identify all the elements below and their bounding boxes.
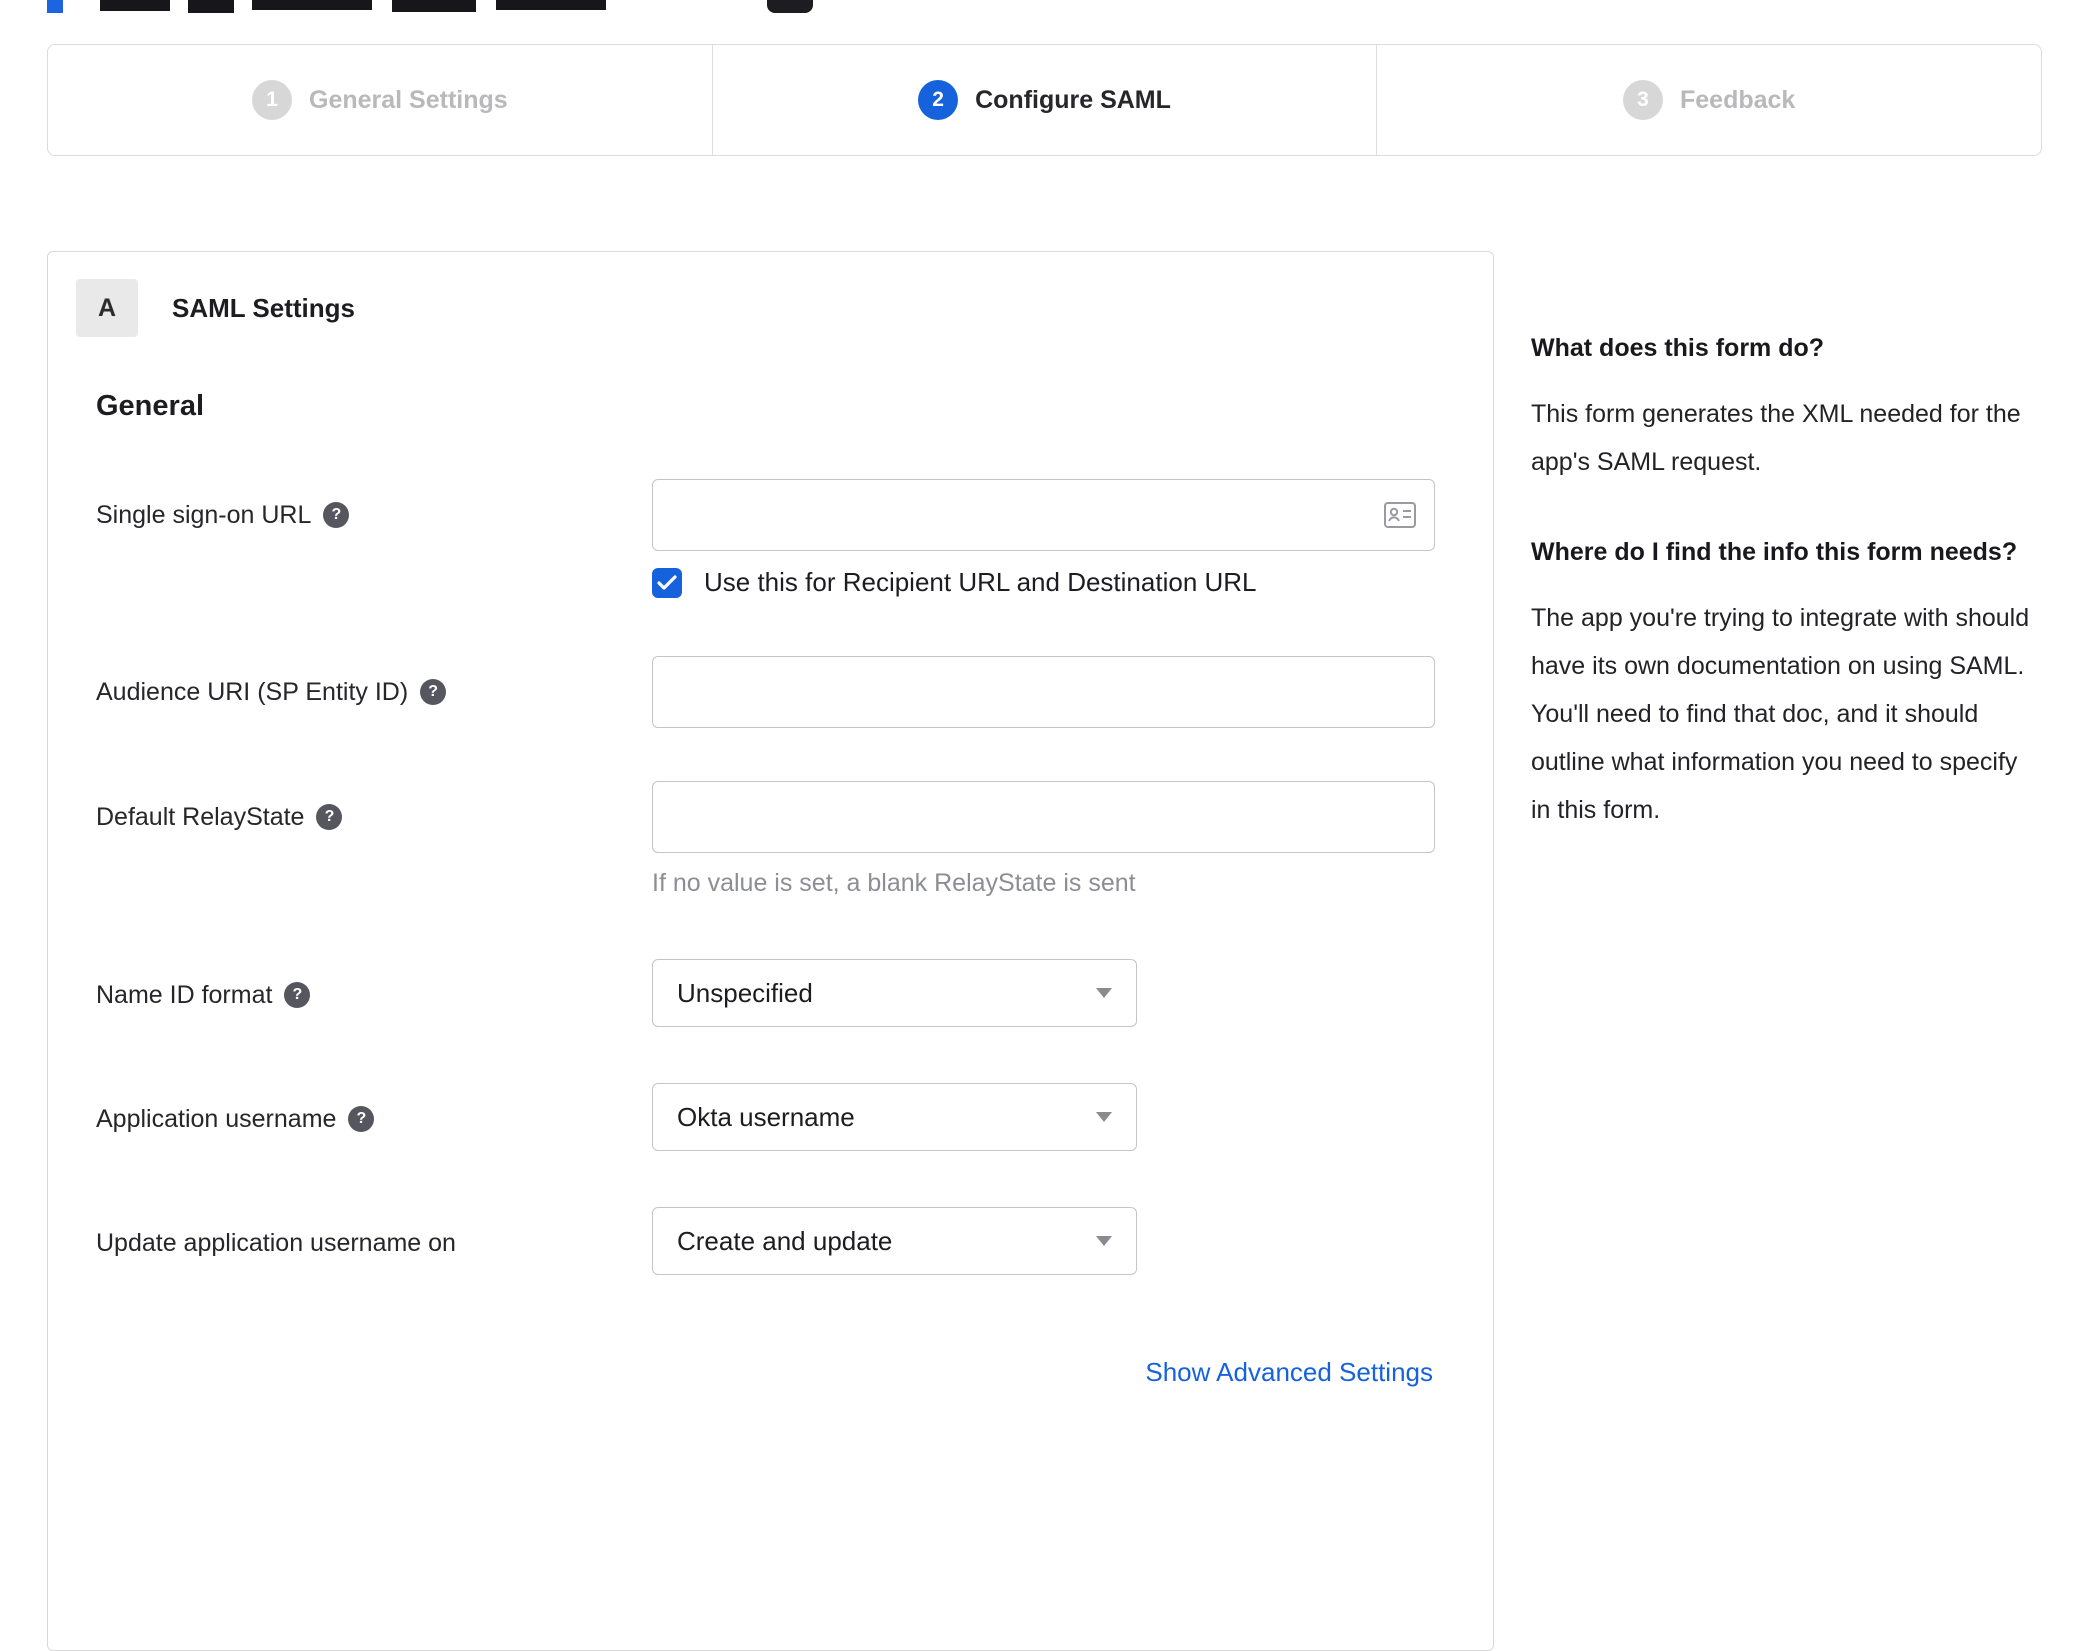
audience-uri-input[interactable]: [653, 657, 1434, 727]
help-icon[interactable]: ?: [348, 1106, 375, 1132]
clipped-header-icon: [767, 0, 813, 13]
field-label: Name ID format ?: [96, 959, 652, 1027]
chevron-down-icon: [1096, 988, 1112, 998]
panel-title: SAML Settings: [172, 292, 355, 323]
help-question-1: What does this form do?: [1531, 334, 1825, 362]
update-application-username-select[interactable]: Create and update: [652, 1207, 1137, 1275]
recipient-url-checkbox-label: Use this for Recipient URL and Destinati…: [704, 567, 1257, 597]
step-feedback[interactable]: 3 Feedback: [1376, 45, 2041, 155]
sso-url-input-wrap: [652, 479, 1435, 551]
step-general-settings[interactable]: 1 General Settings: [48, 45, 712, 155]
help-sidebar: What does this form do? This form genera…: [1531, 326, 2031, 834]
field-update-application-username: Update application username on Create an…: [96, 1207, 1493, 1275]
field-application-username: Application username ? Okta username: [96, 1083, 1493, 1151]
audience-uri-input-wrap: [652, 656, 1435, 728]
field-label: Single sign-on URL ?: [96, 479, 652, 598]
general-section-heading: General: [96, 390, 204, 422]
relay-state-input-wrap: [652, 781, 1435, 853]
sso-url-input[interactable]: [653, 480, 1434, 550]
help-icon[interactable]: ?: [316, 804, 343, 830]
clipped-header-text: [188, 0, 234, 13]
step-label: General Settings: [309, 85, 508, 114]
help-answer-2: The app you're trying to integrate with …: [1531, 604, 2030, 824]
update-application-username-label: Update application username on: [96, 1229, 456, 1257]
name-id-format-label: Name ID format: [96, 981, 273, 1009]
advanced-settings-row: Show Advanced Settings: [48, 1357, 1433, 1388]
selected-value: Okta username: [677, 1101, 855, 1132]
chevron-down-icon: [1096, 1112, 1112, 1122]
wizard-stepper: 1 General Settings 2 Configure SAML 3 Fe…: [47, 44, 2042, 156]
selected-value: Create and update: [677, 1225, 893, 1256]
field-label: Application username ?: [96, 1083, 652, 1151]
relay-state-hint: If no value is set, a blank RelayState i…: [652, 869, 1136, 897]
audience-uri-label: Audience URI (SP Entity ID): [96, 678, 409, 706]
field-label: Default RelayState ?: [96, 781, 652, 898]
panel-header: A SAML Settings: [76, 279, 1493, 337]
contact-card-icon[interactable]: [1384, 502, 1416, 533]
chevron-down-icon: [1096, 1236, 1112, 1246]
name-id-format-select[interactable]: Unspecified: [652, 959, 1137, 1027]
step-number-badge: 2: [918, 80, 959, 120]
step-label: Feedback: [1680, 85, 1796, 114]
field-label: Update application username on: [96, 1207, 652, 1275]
help-icon[interactable]: ?: [420, 679, 447, 705]
clipped-header-text: [496, 0, 606, 10]
sso-url-label: Single sign-on URL: [96, 501, 312, 529]
relay-state-label: Default RelayState: [96, 803, 305, 831]
field-sso-url: Single sign-on URL ? Use this for Recipi…: [96, 479, 1493, 598]
saml-settings-panel: A SAML Settings General Single sign-on U…: [47, 251, 1494, 1651]
section-a-badge: A: [76, 279, 138, 337]
help-answer-1: This form generates the XML needed for t…: [1531, 400, 2021, 476]
step-number-badge: 3: [1623, 80, 1663, 120]
application-username-label: Application username: [96, 1105, 337, 1133]
application-username-select[interactable]: Okta username: [652, 1083, 1137, 1151]
help-icon[interactable]: ?: [284, 982, 311, 1008]
recipient-url-checkbox[interactable]: [652, 567, 682, 598]
clipped-header-accent: [47, 0, 63, 13]
clipped-header-text: [252, 0, 372, 10]
clipped-header-text: [392, 0, 476, 12]
clipped-header-text: [100, 0, 170, 11]
field-audience-uri: Audience URI (SP Entity ID) ?: [96, 656, 1493, 728]
show-advanced-settings-link[interactable]: Show Advanced Settings: [1145, 1357, 1433, 1387]
step-label: Configure SAML: [975, 85, 1171, 114]
field-label: Audience URI (SP Entity ID) ?: [96, 656, 652, 728]
selected-value: Unspecified: [677, 977, 813, 1008]
field-relay-state: Default RelayState ? If no value is set,…: [96, 781, 1493, 898]
help-icon[interactable]: ?: [323, 502, 350, 528]
relay-state-input[interactable]: [653, 782, 1434, 852]
step-configure-saml[interactable]: 2 Configure SAML: [711, 45, 1377, 155]
recipient-url-check-row: Use this for Recipient URL and Destinati…: [652, 567, 1493, 598]
field-name-id-format: Name ID format ? Unspecified: [96, 959, 1493, 1027]
help-question-2: Where do I find the info this form needs…: [1531, 538, 2018, 566]
step-number-badge: 1: [252, 80, 292, 120]
